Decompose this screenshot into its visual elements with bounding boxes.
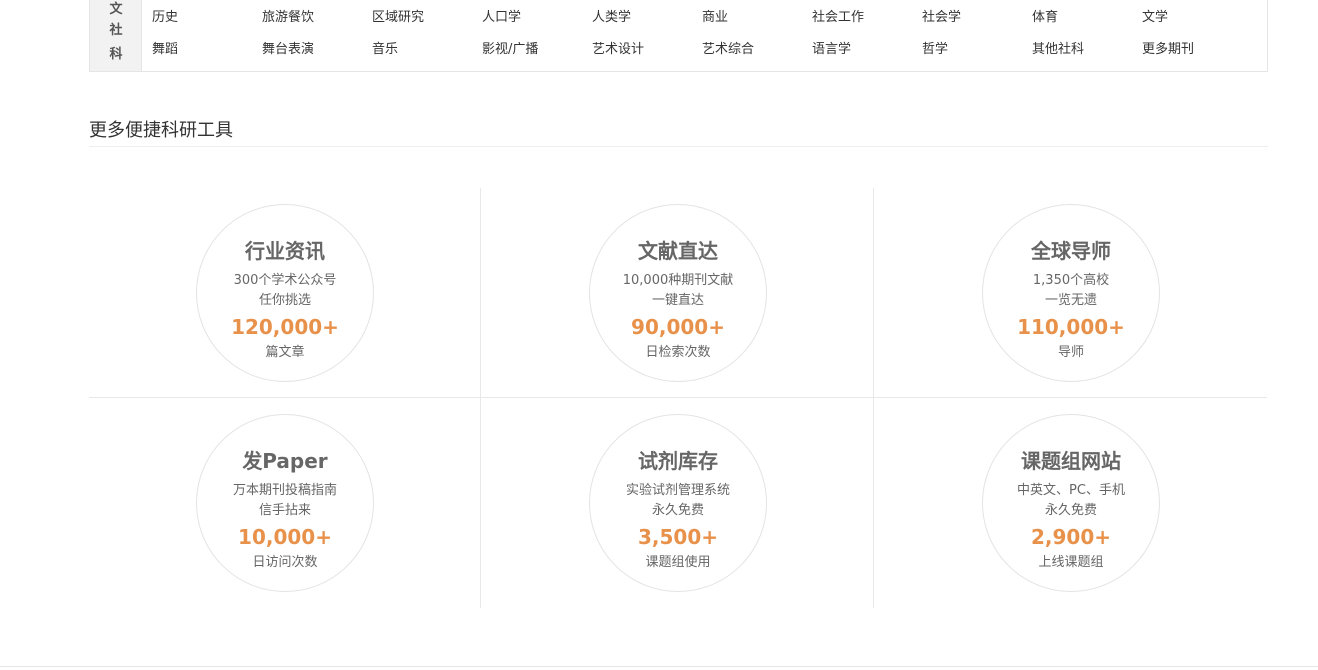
tool-desc: 信手拈来	[258, 503, 311, 518]
category-link[interactable]: 旅游餐饮	[262, 6, 314, 25]
category-link[interactable]: 影视/广播	[482, 38, 538, 57]
tool-industry-news[interactable]: 行业资讯 300个学术公众号 任你挑选 120,000+ 篇文章	[89, 188, 481, 398]
tool-stat-number: 110,000+	[1017, 315, 1125, 339]
tool-reagent-inventory[interactable]: 试剂库存 实验试剂管理系统 永久免费 3,500+ 课题组使用	[482, 398, 874, 608]
tool-stat-unit: 日访问次数	[252, 555, 318, 570]
tool-circle: 行业资讯 300个学术公众号 任你挑选 120,000+ 篇文章	[196, 204, 374, 382]
tool-title: 行业资讯	[245, 239, 325, 263]
tool-stat-number: 2,900+	[1030, 525, 1112, 549]
tool-global-mentors[interactable]: 全球导师 1,350个高校 一览无遗 110,000+ 导师	[875, 188, 1267, 398]
tool-desc: 10,000种期刊文献	[622, 273, 734, 288]
tool-stat-unit: 上线课题组	[1038, 555, 1104, 570]
tool-title: 全球导师	[1031, 239, 1111, 263]
tool-desc: 1,350个高校	[1032, 273, 1110, 288]
tool-desc: 一览无遗	[1044, 293, 1097, 308]
category-link[interactable]: 其他社科	[1032, 38, 1084, 57]
category-row: 历史 旅游餐饮 区域研究 人口学 人类学 商业 社会工作 社会学 体育 文学	[152, 6, 1262, 26]
category-table: 文 社 科 历史 旅游餐饮 区域研究 人口学 人类学 商业 社会工作 社会学 体…	[89, 0, 1268, 72]
tool-circle: 发Paper 万本期刊投稿指南 信手拈来 10,000+ 日访问次数	[196, 414, 374, 592]
category-label: 文 社 科	[90, 0, 142, 71]
tool-desc: 永久免费	[651, 503, 704, 518]
tool-stat-number: 120,000+	[231, 315, 339, 339]
tool-stat-unit: 课题组使用	[645, 555, 711, 570]
tool-desc: 中英文、PC、手机	[1017, 483, 1125, 498]
tool-desc: 实验试剂管理系统	[625, 483, 730, 498]
tool-literature-direct[interactable]: 文献直达 10,000种期刊文献 一键直达 90,000+ 日检索次数	[482, 188, 874, 398]
category-link[interactable]: 商业	[702, 6, 728, 25]
category-label-char: 科	[109, 47, 123, 62]
tools-grid: 行业资讯 300个学术公众号 任你挑选 120,000+ 篇文章 文献直达 10…	[89, 188, 1267, 608]
tool-circle: 文献直达 10,000种期刊文献 一键直达 90,000+ 日检索次数	[589, 204, 767, 382]
category-link[interactable]: 社会学	[922, 6, 961, 25]
tool-stat-number: 3,500+	[637, 525, 719, 549]
tool-title: 课题组网站	[1021, 449, 1121, 473]
category-row: 舞蹈 舞台表演 音乐 影视/广播 艺术设计 艺术综合 语言学 哲学 其他社科 更…	[152, 38, 1262, 58]
section-title: 更多便捷科研工具	[89, 120, 233, 141]
tool-desc: 万本期刊投稿指南	[232, 483, 337, 498]
tool-stat-number: 90,000+	[631, 315, 725, 339]
category-link[interactable]: 社会工作	[812, 6, 864, 25]
category-link[interactable]: 语言学	[812, 38, 851, 57]
category-link[interactable]: 文学	[1142, 6, 1168, 25]
tool-title: 文献直达	[638, 239, 718, 263]
tool-circle: 课题组网站 中英文、PC、手机 永久免费 2,900+ 上线课题组	[982, 414, 1160, 592]
section-divider	[89, 146, 1268, 147]
tool-circle: 全球导师 1,350个高校 一览无遗 110,000+ 导师	[982, 204, 1160, 382]
category-link[interactable]: 人类学	[592, 6, 631, 25]
category-link[interactable]: 舞台表演	[262, 38, 314, 57]
category-label-char: 社	[109, 23, 123, 38]
more-journals-link[interactable]: 更多期刊	[1142, 38, 1194, 57]
category-link[interactable]: 人口学	[482, 6, 521, 25]
category-link[interactable]: 历史	[152, 6, 178, 25]
tool-stat-unit: 日检索次数	[645, 345, 711, 360]
tool-group-website[interactable]: 课题组网站 中英文、PC、手机 永久免费 2,900+ 上线课题组	[875, 398, 1267, 608]
tool-desc: 一键直达	[651, 293, 704, 308]
tool-stat-unit: 篇文章	[265, 345, 305, 360]
tool-publish-paper[interactable]: 发Paper 万本期刊投稿指南 信手拈来 10,000+ 日访问次数	[89, 398, 481, 608]
tool-desc: 任你挑选	[258, 293, 311, 308]
category-link[interactable]: 舞蹈	[152, 38, 178, 57]
tool-title: 发Paper	[242, 449, 328, 473]
category-link[interactable]: 体育	[1032, 6, 1058, 25]
category-link[interactable]: 区域研究	[372, 6, 424, 25]
tool-title: 试剂库存	[638, 449, 718, 473]
category-label-char: 文	[109, 2, 123, 17]
tool-stat-unit: 导师	[1057, 345, 1084, 360]
footer-divider	[0, 666, 1318, 667]
tool-desc: 300个学术公众号	[233, 273, 337, 288]
category-link[interactable]: 哲学	[922, 38, 948, 57]
tool-desc: 永久免费	[1044, 503, 1097, 518]
category-link[interactable]: 艺术设计	[592, 38, 644, 57]
category-link[interactable]: 音乐	[372, 38, 398, 57]
tool-stat-number: 10,000+	[238, 525, 332, 549]
tool-circle: 试剂库存 实验试剂管理系统 永久免费 3,500+ 课题组使用	[589, 414, 767, 592]
category-link[interactable]: 艺术综合	[702, 38, 754, 57]
